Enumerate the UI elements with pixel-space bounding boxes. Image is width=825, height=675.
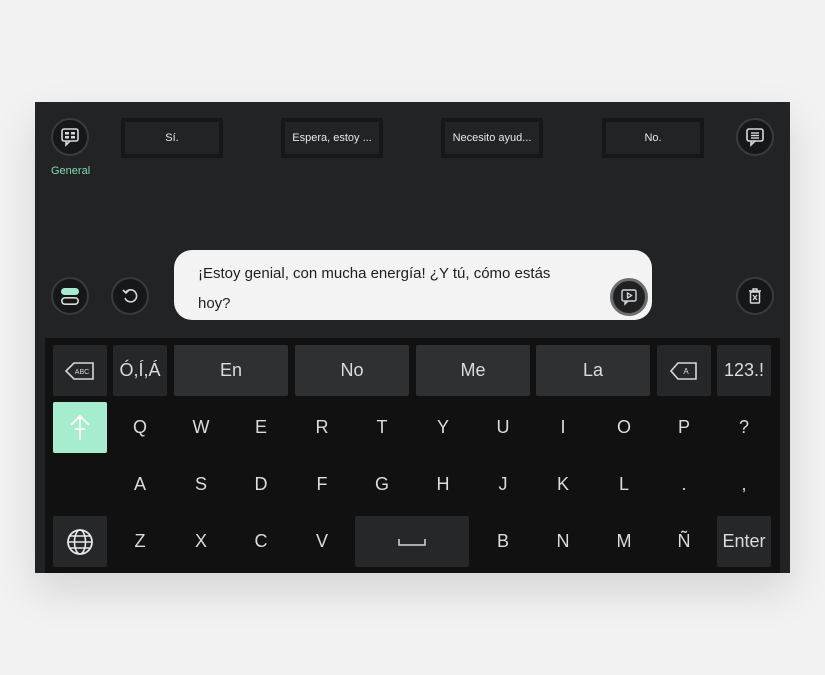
- key-c[interactable]: C: [234, 516, 288, 567]
- message-bubble[interactable]: ¡Estoy genial, con mucha energía! ¿Y tú,…: [174, 250, 652, 320]
- key-n[interactable]: N: [536, 516, 590, 567]
- key-question[interactable]: ?: [717, 402, 771, 453]
- key-m[interactable]: M: [597, 516, 651, 567]
- keyboard: ABC Ó,Í,Á En No Me La A 123.! Q W E R T …: [45, 338, 780, 573]
- speak-icon: [621, 289, 637, 306]
- category-label: General: [51, 165, 91, 177]
- key-v[interactable]: V: [295, 516, 349, 567]
- backspace-icon: A: [670, 361, 697, 380]
- clear-button[interactable]: [736, 277, 774, 315]
- key-i[interactable]: I: [536, 402, 590, 453]
- key-t[interactable]: T: [355, 402, 409, 453]
- phrase-board-button[interactable]: [51, 118, 89, 156]
- key-l[interactable]: L: [597, 459, 651, 510]
- quick-phrase-2[interactable]: Espera, estoy ...: [281, 118, 383, 158]
- key-q[interactable]: Q: [113, 402, 167, 453]
- key-k[interactable]: K: [536, 459, 590, 510]
- svg-text:A: A: [683, 367, 689, 376]
- quick-phrase-1[interactable]: Sí.: [121, 118, 223, 158]
- prediction-3[interactable]: Me: [416, 345, 530, 396]
- message-text: ¡Estoy genial, con mucha energía! ¿Y tú,…: [198, 265, 551, 312]
- enter-key[interactable]: Enter: [717, 516, 771, 567]
- globe-icon: [67, 528, 93, 555]
- space-key[interactable]: [355, 516, 469, 567]
- key-a[interactable]: A: [113, 459, 167, 510]
- backspace-icon: ABC: [65, 361, 94, 380]
- speak-button[interactable]: [610, 278, 648, 316]
- undo-icon: [122, 289, 138, 303]
- key-f[interactable]: F: [295, 459, 349, 510]
- shift-arrow-icon: [70, 414, 90, 440]
- key-j[interactable]: J: [476, 459, 530, 510]
- key-e[interactable]: E: [234, 402, 288, 453]
- key-comma[interactable]: ,: [717, 459, 771, 510]
- accent-key[interactable]: Ó,Í,Á: [113, 345, 167, 396]
- phrase-board-icon: [61, 128, 79, 147]
- key-r[interactable]: R: [295, 402, 349, 453]
- chat-list-button[interactable]: [736, 118, 774, 156]
- key-o[interactable]: O: [597, 402, 651, 453]
- numbers-key[interactable]: 123.!: [717, 345, 771, 396]
- svg-text:ABC: ABC: [75, 369, 89, 376]
- key-p[interactable]: P: [657, 402, 711, 453]
- space-icon: [398, 538, 426, 546]
- prediction-2[interactable]: No: [295, 345, 409, 396]
- quick-phrase-4[interactable]: No.: [602, 118, 704, 158]
- globe-key[interactable]: [53, 516, 107, 567]
- key-period[interactable]: .: [657, 459, 711, 510]
- clear-icon: [749, 288, 761, 304]
- toggle-button[interactable]: [51, 277, 89, 315]
- key-d[interactable]: D: [234, 459, 288, 510]
- shift-key[interactable]: [53, 402, 107, 453]
- key-y[interactable]: Y: [416, 402, 470, 453]
- key-g[interactable]: G: [355, 459, 409, 510]
- quick-phrase-3[interactable]: Necesito ayud...: [441, 118, 543, 158]
- backspace-key[interactable]: A: [657, 345, 711, 396]
- key-w[interactable]: W: [174, 402, 228, 453]
- key-u[interactable]: U: [476, 402, 530, 453]
- quick-phrases: Sí. Espera, estoy ... Necesito ayud... N…: [121, 118, 704, 158]
- aac-app: General Sí. Espera, estoy ... Necesito a…: [35, 102, 790, 573]
- key-b[interactable]: B: [476, 516, 530, 567]
- key-z[interactable]: Z: [113, 516, 167, 567]
- key-enye[interactable]: Ñ: [657, 516, 711, 567]
- abc-key[interactable]: ABC: [53, 345, 107, 396]
- key-h[interactable]: H: [416, 459, 470, 510]
- prediction-4[interactable]: La: [536, 345, 650, 396]
- prediction-1[interactable]: En: [174, 345, 288, 396]
- toggle-icon: [60, 288, 79, 306]
- undo-button[interactable]: [111, 277, 149, 315]
- chat-list-icon: [746, 128, 764, 147]
- key-s[interactable]: S: [174, 459, 228, 510]
- key-x[interactable]: X: [174, 516, 228, 567]
